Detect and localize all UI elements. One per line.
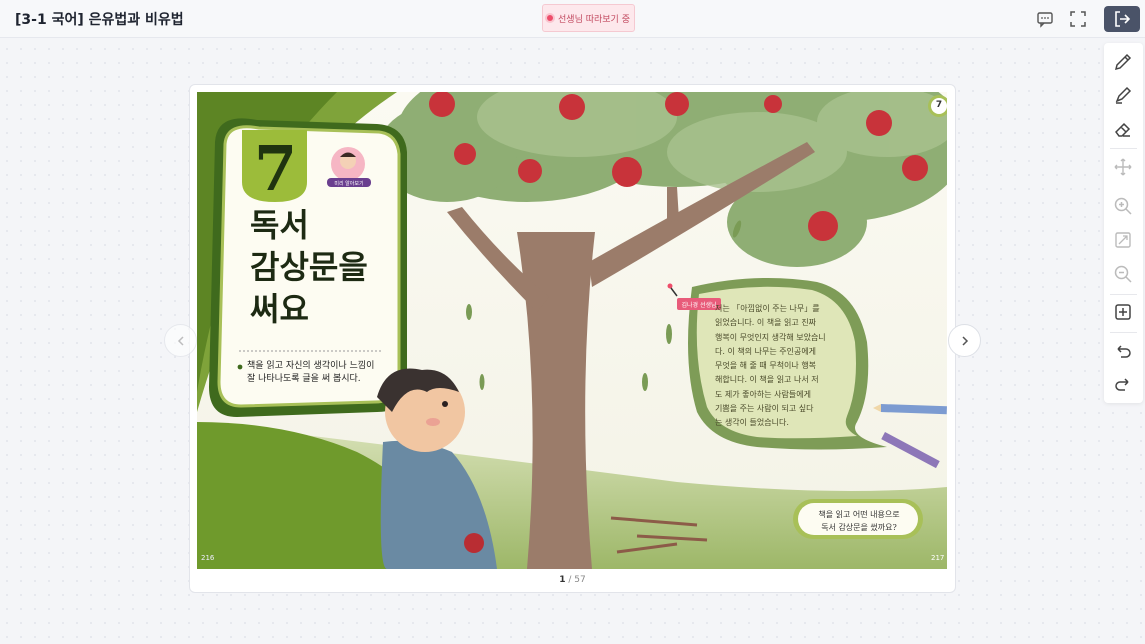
leaf-reading-passage: 저는 「아낌없이 주는 나무」를 읽었습니다. 이 책을 읽고 진짜 행복이 무… [715, 302, 845, 431]
chevron-right-icon [961, 335, 968, 346]
question-bubble: 책을 읽고 어떤 내용으로 독서 감상문을 썼까요? [803, 508, 915, 534]
exit-icon [1115, 11, 1131, 27]
prev-page-button[interactable] [164, 324, 197, 357]
eraser-icon[interactable] [1113, 119, 1133, 139]
unit-title-line-3: 써요 [250, 290, 309, 328]
exit-button[interactable] [1104, 6, 1140, 32]
fullscreen-icon[interactable] [1069, 10, 1087, 28]
zoom-in-icon[interactable] [1113, 196, 1133, 216]
follow-status-label: 선생님 따라보기 중 [558, 14, 630, 25]
unit-number: 7 [254, 132, 297, 205]
unit-title-line-2: 감상문을 [250, 248, 368, 286]
follow-status-badge: 선생님 따라보기 중 [542, 4, 635, 32]
passage-line: 저는 「아낌없이 주는 나무」를 [715, 304, 820, 313]
chevron-left-icon [177, 335, 184, 346]
unit-badge: 7 [935, 100, 943, 110]
unit-title-line-1: 독서 [250, 206, 309, 244]
redo-icon[interactable] [1113, 374, 1133, 394]
add-page-icon[interactable] [1113, 302, 1133, 322]
total-pages: / 57 [568, 575, 586, 585]
page-indicator: 1 / 57 [189, 575, 956, 585]
passage-line: 무엇을 해 줄 때 무척이나 행복 [715, 361, 817, 371]
live-dot-icon [547, 15, 554, 21]
highlighter-icon[interactable] [1113, 85, 1133, 105]
page-number-right: 217 [931, 554, 945, 562]
passage-line: 행복이 무엇인지 생각해 보았습니 [715, 332, 826, 342]
objective-line-2: 잘 나타나도록 글을 써 봅시다. [247, 374, 361, 384]
passage-line: 다. 이 책의 나무는 주인공에게 [715, 346, 817, 356]
question-line-1: 책을 읽고 어떤 내용으로 [818, 510, 900, 519]
passage-line: 기쁨을 주는 사람이 되고 싶다 [715, 404, 814, 414]
question-line-2: 독서 감상문을 썼까요? [821, 523, 897, 532]
zoom-out-icon[interactable] [1113, 264, 1133, 284]
passage-line: 는 생각이 들었습니다. [715, 418, 789, 428]
page-title: [3-1 국어] 은유법과 비유법 [15, 12, 184, 28]
preview-label: 미리 알아보기 [334, 180, 363, 187]
objective-line-1: 책을 읽고 자신의 생각이나 느낌이 [247, 361, 375, 371]
textbook-spread[interactable]: 7 미리 알아보기 독서 감상문을 써요 책을 읽고 자신의 생각이나 느낌이 … [197, 92, 947, 569]
undo-icon[interactable] [1113, 341, 1133, 361]
move-icon[interactable] [1113, 157, 1133, 177]
unit-title: 독서 감상문을 써요 [250, 204, 368, 330]
current-page: 1 [559, 575, 566, 585]
page-number-left: 216 [201, 554, 215, 562]
passage-line: 해합니다. 이 책을 읽고 나서 저 [715, 375, 819, 385]
passage-line: 도 제가 좋아하는 사람들에게 [715, 389, 811, 399]
pen-icon[interactable] [1113, 52, 1133, 72]
next-page-button[interactable] [948, 324, 981, 357]
passage-line: 읽었습니다. 이 책을 읽고 진짜 [715, 318, 817, 328]
top-bar: [3-1 국어] 은유법과 비유법 선생님 따라보기 중 [0, 0, 1145, 38]
fit-icon[interactable] [1113, 230, 1133, 250]
learning-objective: 책을 읽고 자신의 생각이나 느낌이 잘 나타나도록 글을 써 봅시다. [247, 360, 374, 386]
drawing-toolbar [1104, 43, 1143, 403]
chat-icon[interactable] [1036, 10, 1054, 28]
